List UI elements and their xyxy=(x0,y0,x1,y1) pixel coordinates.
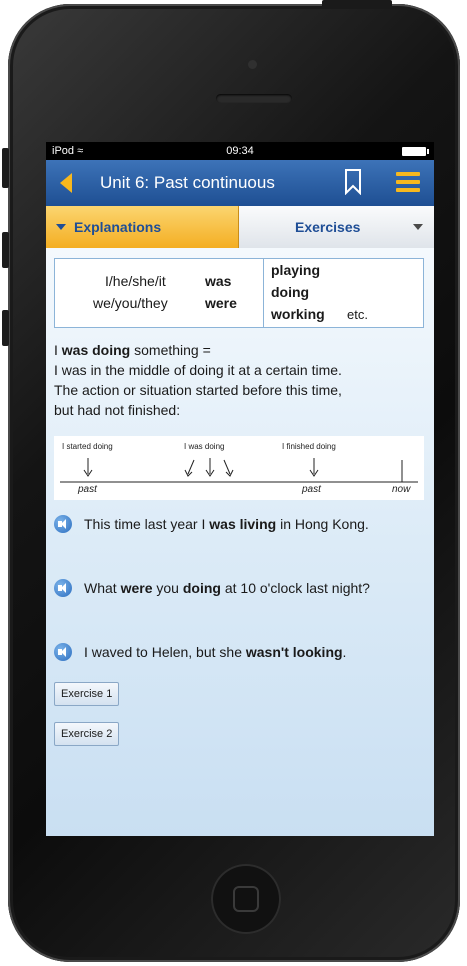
timeline-past-2: past xyxy=(302,484,321,495)
aux-were: were xyxy=(205,295,237,311)
timeline-past-1: past xyxy=(78,484,97,495)
example-1-text: This time last year I was living in Hong… xyxy=(84,516,369,532)
etc-label: etc. xyxy=(347,307,368,322)
screen: iPod ≈ 09:34 Unit 6: Past continuous Exp… xyxy=(46,142,434,836)
back-arrow-icon[interactable] xyxy=(60,173,72,193)
explanation-content: I/he/she/it was we/you/they were playing… xyxy=(46,248,434,836)
verb-playing: playing xyxy=(271,262,321,278)
subjects-singular: I/he/she/it xyxy=(105,273,166,289)
verb-doing: doing xyxy=(271,284,310,300)
tab-exercises[interactable]: Exercises xyxy=(239,206,434,248)
subjects-plural: we/you/they xyxy=(93,295,168,311)
nav-bar: Unit 6: Past continuous xyxy=(46,160,434,207)
timeline-now: now xyxy=(392,484,411,495)
chevron-down-icon xyxy=(56,224,66,230)
status-time: 09:34 xyxy=(226,145,254,157)
volume-up-button[interactable] xyxy=(2,232,9,268)
chevron-down-icon xyxy=(413,224,423,230)
mute-switch[interactable] xyxy=(2,148,9,188)
explanation-text: I was doing something = I was in the mid… xyxy=(54,342,342,418)
menu-icon[interactable] xyxy=(396,172,420,192)
status-bar: iPod ≈ 09:34 xyxy=(46,142,434,160)
earpiece-speaker xyxy=(216,94,292,103)
form-table: I/he/she/it was we/you/they were playing… xyxy=(54,258,424,328)
nav-title: Unit 6: Past continuous xyxy=(100,173,275,192)
aux-was: was xyxy=(205,273,232,289)
verb-working: working xyxy=(271,306,325,322)
home-button-icon xyxy=(233,886,259,912)
example-3-text: I waved to Helen, but she wasn't looking… xyxy=(84,644,347,660)
volume-down-button[interactable] xyxy=(2,310,9,346)
speaker-icon[interactable] xyxy=(54,643,72,661)
bookmark-icon[interactable] xyxy=(344,169,362,195)
example-2-text: What were you doing at 10 o'clock last n… xyxy=(84,580,370,596)
sleep-button[interactable] xyxy=(322,0,392,8)
speaker-icon[interactable] xyxy=(54,515,72,533)
tab-explanations-label: Explanations xyxy=(74,219,162,235)
battery-icon xyxy=(402,147,429,156)
tab-exercises-label: Exercises xyxy=(295,219,361,235)
form-table-subjects: I/he/she/it was we/you/they were xyxy=(55,259,264,327)
timeline-diagram: I started doing I was doing I finished d… xyxy=(54,436,424,500)
speaker-icon[interactable] xyxy=(54,579,72,597)
front-camera xyxy=(248,60,257,69)
timeline-arrows xyxy=(60,458,418,483)
exercise-2-button[interactable]: Exercise 2 xyxy=(54,722,120,746)
tab-explanations[interactable]: Explanations xyxy=(46,206,239,248)
tab-bar: Explanations Exercises xyxy=(46,206,434,248)
exercise-1-button[interactable]: Exercise 1 xyxy=(54,682,120,706)
